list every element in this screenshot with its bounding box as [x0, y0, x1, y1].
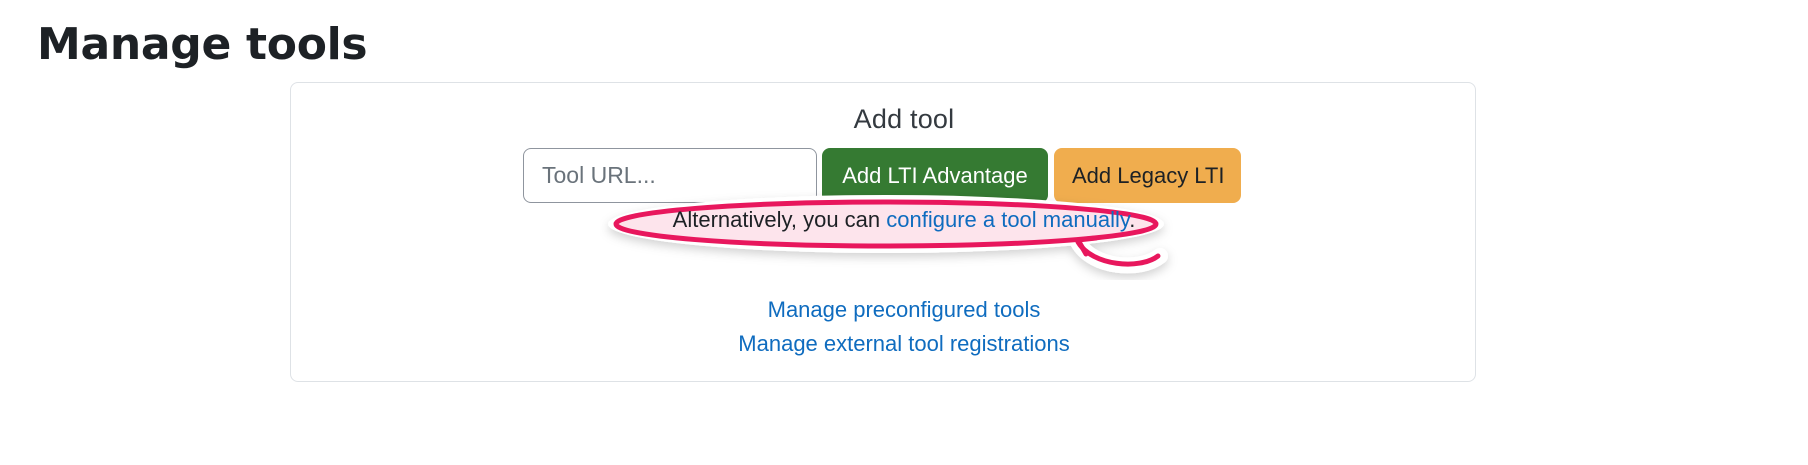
- configure-manually-link[interactable]: configure a tool manually: [886, 207, 1129, 232]
- page-title: Manage tools: [37, 19, 368, 70]
- alternative-text: Alternatively, you can configure a tool …: [0, 207, 1808, 233]
- alternative-suffix: .: [1129, 207, 1136, 232]
- manage-preconfigured-tools-link[interactable]: Manage preconfigured tools: [0, 293, 1808, 327]
- manage-links: Manage preconfigured tools Manage extern…: [0, 293, 1808, 361]
- tool-url-input[interactable]: [523, 148, 817, 203]
- alternative-prefix: Alternatively, you can: [672, 207, 887, 232]
- add-tool-heading: Add tool: [853, 104, 955, 134]
- add-lti-advantage-button[interactable]: Add LTI Advantage: [822, 148, 1048, 203]
- manage-external-tool-registrations-link[interactable]: Manage external tool registrations: [0, 327, 1808, 361]
- add-legacy-lti-button[interactable]: Add Legacy LTI: [1054, 148, 1241, 203]
